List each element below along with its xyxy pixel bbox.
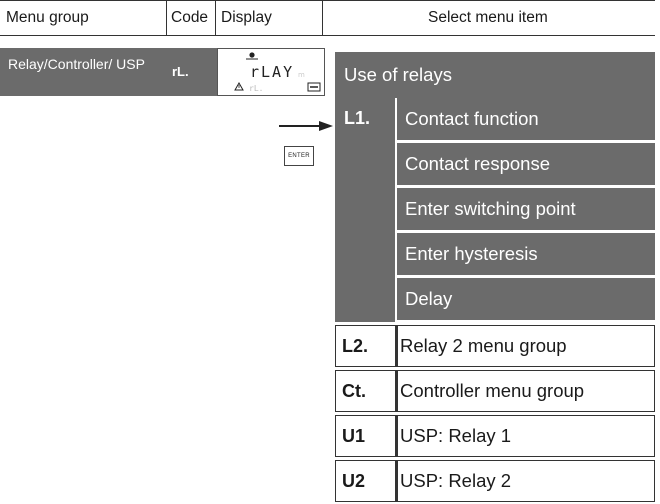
header-code: Code: [171, 9, 209, 26]
row-label: USP: Relay 1: [400, 425, 512, 446]
row-label: Relay 2 menu group: [400, 335, 567, 356]
l1-group-block: L1.: [335, 98, 395, 322]
row-divider: [396, 461, 398, 501]
right-arrow-icon: [279, 121, 333, 131]
svg-text:m: m: [298, 71, 305, 79]
row-code: U2: [336, 461, 396, 501]
lcd-sub-text: rL.: [249, 84, 263, 93]
menu-row-u2[interactable]: U2 USP: Relay 2: [335, 460, 655, 502]
header-divider: [215, 1, 216, 35]
row-divider: [396, 326, 398, 366]
row-code: U1: [336, 416, 396, 456]
menu-item-contact-function[interactable]: Contact function: [397, 98, 655, 140]
header-menu-group: Menu group: [6, 9, 89, 26]
menu-item-use-of-relays[interactable]: Use of relays: [335, 52, 655, 98]
menu-row-ct[interactable]: Ct. Controller menu group: [335, 370, 655, 412]
lcd-readout-icon: rLAY m rL.: [234, 52, 321, 93]
menu-row-u1[interactable]: U1 USP: Relay 1: [335, 415, 655, 457]
l1-code: L1.: [344, 108, 371, 128]
lcd-main-text: rLAY: [250, 63, 294, 81]
header-display: Display: [221, 9, 272, 26]
menu-group-name: Relay/Controller/ USP: [8, 56, 145, 72]
lcd-display: rLAY m rL.: [217, 48, 325, 96]
menu-item-contact-response[interactable]: Contact response: [397, 143, 655, 185]
row-code: L2.: [336, 326, 396, 366]
header-select-menu-item: Select menu item: [428, 9, 548, 26]
row-divider: [396, 416, 398, 456]
row-label: USP: Relay 2: [400, 470, 512, 491]
row-label: Controller menu group: [400, 380, 585, 401]
row-code: Ct.: [336, 371, 396, 411]
menu-item-enter-switching-point[interactable]: Enter switching point: [397, 188, 655, 230]
menu-item-delay[interactable]: Delay: [397, 278, 655, 320]
menu-group-code: rL.: [172, 64, 189, 79]
menu-row-l2[interactable]: L2. Relay 2 menu group: [335, 325, 655, 367]
header-divider: [166, 1, 167, 35]
header-divider: [322, 1, 323, 35]
menu-group-cell: Relay/Controller/ USP rL.: [0, 48, 217, 96]
enter-key-button[interactable]: ENTER: [284, 146, 314, 166]
menu-item-enter-hysteresis[interactable]: Enter hysteresis: [397, 233, 655, 275]
row-divider: [396, 371, 398, 411]
table-header: Menu group Code Display Select menu item: [0, 0, 655, 36]
